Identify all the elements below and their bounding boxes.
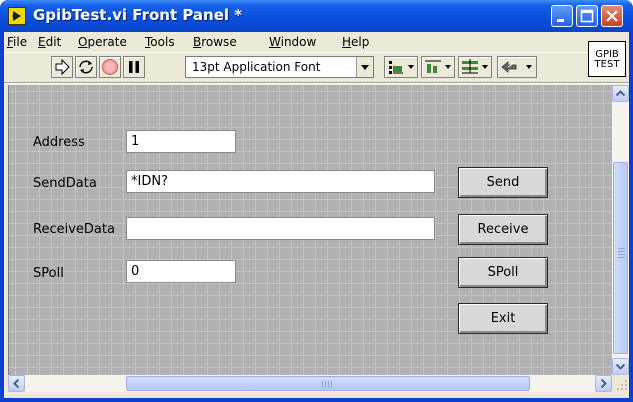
menu-edit[interactable]: Edit	[38, 35, 61, 49]
minimize-button[interactable]	[551, 5, 573, 27]
toolbar: 13pt Application Font	[4, 52, 587, 80]
labview-icon	[8, 7, 26, 25]
menu-bar: File Edit Operate Tools Browse Window He…	[4, 32, 587, 52]
send-button[interactable]: Send	[458, 167, 548, 198]
distribute-objects-icon[interactable]	[421, 56, 455, 78]
menu-edit-label: dit	[45, 35, 62, 49]
senddata-field[interactable]: *IDN?	[126, 170, 435, 193]
scroll-up-icon[interactable]	[612, 85, 629, 102]
labview-window: GpibTest.vi Front Panel * File Edit Oper…	[0, 0, 633, 402]
menu-help[interactable]: Help	[342, 35, 369, 49]
horizontal-scrollbar[interactable]	[8, 375, 612, 392]
menu-edit-key: E	[38, 35, 46, 49]
menu-window[interactable]: Window	[269, 35, 316, 49]
resize-grip-icon[interactable]	[612, 375, 629, 392]
menu-browse[interactable]: Browse	[193, 35, 237, 49]
spoll-label: SPoll	[33, 266, 64, 281]
receivedata-field[interactable]	[126, 217, 435, 240]
align-objects-icon[interactable]	[384, 56, 418, 78]
scroll-left-icon[interactable]	[8, 375, 25, 392]
receivedata-label: ReceiveData	[33, 222, 115, 237]
menu-browse-key: B	[193, 35, 202, 49]
spoll-button[interactable]: SPoll	[458, 257, 548, 288]
receive-button[interactable]: Receive	[458, 214, 548, 245]
run-arrow-icon[interactable]	[51, 56, 73, 78]
menu-operate[interactable]: Operate	[78, 35, 127, 49]
menu-help-label: elp	[351, 35, 370, 49]
address-label: Address	[33, 135, 85, 150]
vi-icon-line2: TEST	[594, 59, 620, 70]
scroll-down-icon[interactable]	[612, 358, 629, 375]
thumb-grip	[618, 248, 625, 249]
chevron-down-icon[interactable]	[356, 57, 373, 77]
menu-operate-label: perate	[87, 35, 127, 49]
close-button[interactable]	[601, 5, 623, 27]
thumb-grip	[331, 381, 332, 388]
scroll-right-icon[interactable]	[595, 375, 612, 392]
front-panel[interactable]: Address 1 SendData *IDN? ReceiveData SPo…	[8, 85, 612, 375]
title-bar[interactable]: GpibTest.vi Front Panel *	[0, 0, 633, 32]
menu-tools[interactable]: Tools	[145, 35, 175, 49]
pause-icon[interactable]	[123, 56, 145, 78]
address-field[interactable]: 1	[126, 130, 236, 153]
client-area: File Edit Operate Tools Browse Window He…	[4, 32, 629, 398]
vi-icon[interactable]: GPIB TEST	[588, 41, 626, 77]
thumb-grip	[325, 381, 326, 388]
spoll-field[interactable]: 0	[126, 260, 236, 283]
font-selector-value: 13pt Application Font	[192, 60, 321, 74]
menu-window-label: indow	[280, 35, 317, 49]
exit-button[interactable]: Exit	[458, 303, 548, 334]
menu-help-key: H	[342, 35, 352, 49]
thumb-grip	[618, 251, 625, 252]
resize-objects-icon[interactable]	[458, 56, 492, 78]
maximize-button[interactable]	[576, 5, 598, 27]
horizontal-scroll-thumb[interactable]	[126, 376, 530, 391]
senddata-label: SendData	[33, 176, 97, 191]
reorder-icon[interactable]	[497, 56, 537, 78]
menu-window-key: W	[269, 35, 281, 49]
thumb-grip	[322, 381, 323, 388]
font-selector[interactable]: 13pt Application Font	[185, 56, 374, 78]
run-continuously-icon[interactable]	[75, 56, 97, 78]
menu-tools-label: ools	[150, 35, 175, 49]
vertical-scroll-thumb[interactable]	[613, 162, 628, 354]
menu-file-label: ile	[13, 35, 28, 49]
abort-icon[interactable]	[99, 56, 121, 78]
toolbar-divider	[4, 82, 629, 84]
thumb-grip	[618, 257, 625, 258]
vertical-scrollbar[interactable]	[612, 85, 629, 375]
menu-browse-label: rowse	[201, 35, 237, 49]
thumb-grip	[328, 381, 329, 388]
thumb-grip	[618, 254, 625, 255]
window-title: GpibTest.vi Front Panel *	[33, 6, 243, 24]
menu-file[interactable]: File	[7, 35, 27, 49]
